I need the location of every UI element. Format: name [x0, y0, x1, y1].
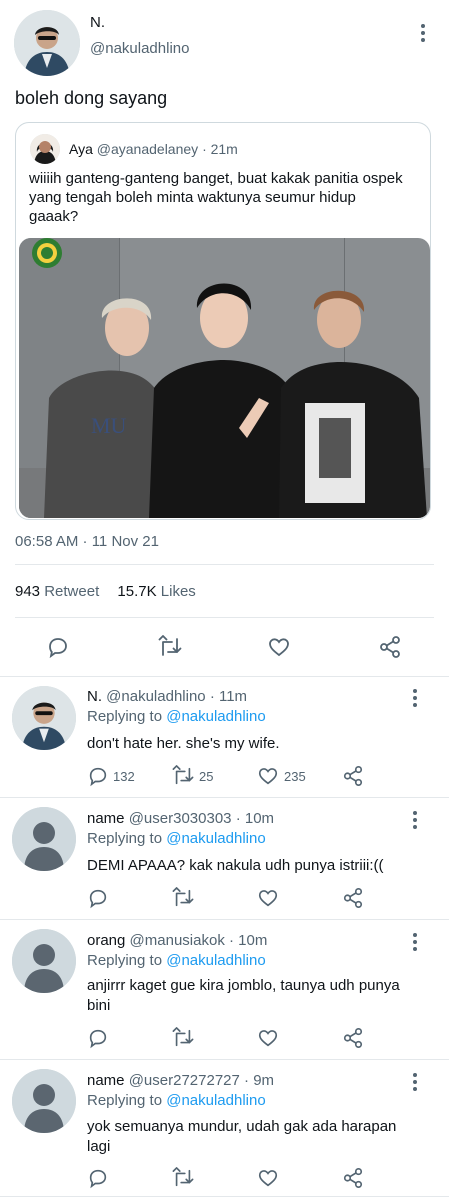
reply-text: anjirrr kaget gue kira jomblo, taunya ud…	[87, 977, 400, 1014]
reply-icon[interactable]	[87, 1027, 109, 1049]
replying-to-link[interactable]: @nakuladhlino	[166, 708, 265, 725]
replying-label: Replying to	[87, 708, 163, 725]
replying-to: Replying to @nakuladhlino	[87, 830, 266, 847]
divider	[0, 919, 449, 920]
retweets-label[interactable]: Retweet	[44, 583, 99, 600]
divider	[0, 1196, 449, 1197]
divider	[15, 617, 434, 618]
retweet-count: 25	[199, 769, 214, 784]
reply-header: name @user3030303 · 10m	[87, 810, 274, 827]
reply-avatar[interactable]	[12, 1069, 76, 1133]
like-icon[interactable]	[267, 635, 291, 659]
divider	[0, 1059, 449, 1060]
divider	[0, 676, 449, 677]
author-display-name[interactable]: N.	[90, 14, 105, 31]
divider	[0, 797, 449, 798]
reply-count: 132	[113, 769, 135, 784]
divider	[15, 564, 434, 565]
likes-label[interactable]: Likes	[161, 583, 196, 600]
reply-text: don't hate her. she's my wife.	[87, 735, 280, 752]
reply-header: N. @nakuladhlino · 11m	[87, 688, 247, 705]
reply-header: orang @manusiakok · 10m	[87, 932, 267, 949]
retweets-count[interactable]: 943	[15, 583, 40, 600]
reply-icon[interactable]	[46, 635, 70, 659]
like-icon[interactable]	[257, 887, 279, 909]
reply-display-name[interactable]: N.	[87, 688, 102, 705]
reply-avatar[interactable]	[12, 686, 76, 750]
share-icon[interactable]	[342, 1027, 364, 1049]
retweet-icon[interactable]	[157, 635, 183, 659]
quoted-display-name: Aya	[69, 141, 93, 157]
replying-label: Replying to	[87, 952, 163, 969]
more-icon[interactable]	[413, 689, 417, 710]
replying-to: Replying to @nakuladhlino	[87, 708, 266, 725]
like-icon[interactable]	[257, 1167, 279, 1189]
reply-icon[interactable]	[87, 765, 109, 787]
replying-to-link[interactable]: @nakuladhlino	[166, 952, 265, 969]
reply-time: · 10m	[235, 810, 275, 827]
share-icon[interactable]	[378, 635, 402, 659]
replying-to: Replying to @nakuladhlino	[87, 952, 266, 969]
quoted-photo[interactable]: MU	[19, 238, 430, 518]
quoted-text: wiiiih ganteng-ganteng banget, buat kaka…	[29, 170, 403, 225]
reply-display-name[interactable]: orang	[87, 932, 125, 949]
reply-handle[interactable]: @manusiakok	[130, 932, 225, 949]
reply-display-name[interactable]: name	[87, 810, 125, 827]
reply-header: name @user27272727 · 9m	[87, 1072, 274, 1089]
share-icon[interactable]	[342, 887, 364, 909]
share-icon[interactable]	[342, 765, 364, 787]
reply-icon[interactable]	[87, 887, 109, 909]
quoted-author-avatar	[30, 134, 60, 164]
quoted-time: · 21m	[202, 141, 238, 157]
avatar-person-photo	[14, 10, 80, 76]
reply-avatar[interactable]	[12, 807, 76, 871]
reply-text: yok semuanya mundur, udah gak ada harapa…	[87, 1118, 397, 1155]
reply-time: · 10m	[229, 932, 268, 949]
quoted-tweet-card[interactable]: Aya @ayanadelaney · 21m wiiiih ganteng-g…	[15, 122, 431, 520]
reply-time: · 9m	[244, 1072, 275, 1089]
reply-icon[interactable]	[87, 1167, 109, 1189]
more-icon[interactable]	[413, 811, 417, 832]
like-icon[interactable]	[257, 765, 279, 787]
reply-handle[interactable]: @user3030303	[129, 810, 232, 827]
more-icon[interactable]	[421, 24, 425, 45]
quoted-header: Aya @ayanadelaney · 21m	[69, 141, 238, 157]
reply-time: · 11m	[209, 688, 248, 705]
author-avatar[interactable]	[14, 10, 80, 76]
retweet-icon[interactable]	[171, 765, 195, 787]
reply-avatar[interactable]	[12, 929, 76, 993]
retweet-icon[interactable]	[171, 1027, 195, 1049]
share-icon[interactable]	[342, 1167, 364, 1189]
replying-to-link[interactable]: @nakuladhlino	[166, 1092, 265, 1109]
svg-text:MU: MU	[91, 413, 127, 438]
reply-handle[interactable]: @user27272727	[129, 1072, 240, 1089]
like-icon[interactable]	[257, 1027, 279, 1049]
tweet-timestamp[interactable]: 06:58 AM · 11 Nov 21	[15, 533, 159, 550]
retweet-icon[interactable]	[171, 887, 195, 909]
retweet-icon[interactable]	[171, 1167, 195, 1189]
more-icon[interactable]	[413, 933, 417, 954]
reply-text: DEMI APAAA? kak nakula udh punya istriii…	[87, 857, 384, 874]
replying-label: Replying to	[87, 1092, 163, 1109]
likes-count[interactable]: 15.7K	[117, 583, 156, 600]
replying-to-link[interactable]: @nakuladhlino	[166, 830, 265, 847]
replying-label: Replying to	[87, 830, 163, 847]
author-handle[interactable]: @nakuladhlino	[90, 40, 189, 57]
reply-handle[interactable]: @nakuladhlino	[106, 688, 205, 705]
tweet-stats: 943 Retweet 15.7K Likes	[15, 583, 196, 600]
more-icon[interactable]	[413, 1073, 417, 1094]
quoted-handle: @ayanadelaney	[96, 141, 199, 157]
reply-display-name[interactable]: name	[87, 1072, 125, 1089]
like-count: 235	[284, 769, 306, 784]
replying-to: Replying to @nakuladhlino	[87, 1092, 266, 1109]
tweet-text: boleh dong sayang	[15, 88, 168, 108]
